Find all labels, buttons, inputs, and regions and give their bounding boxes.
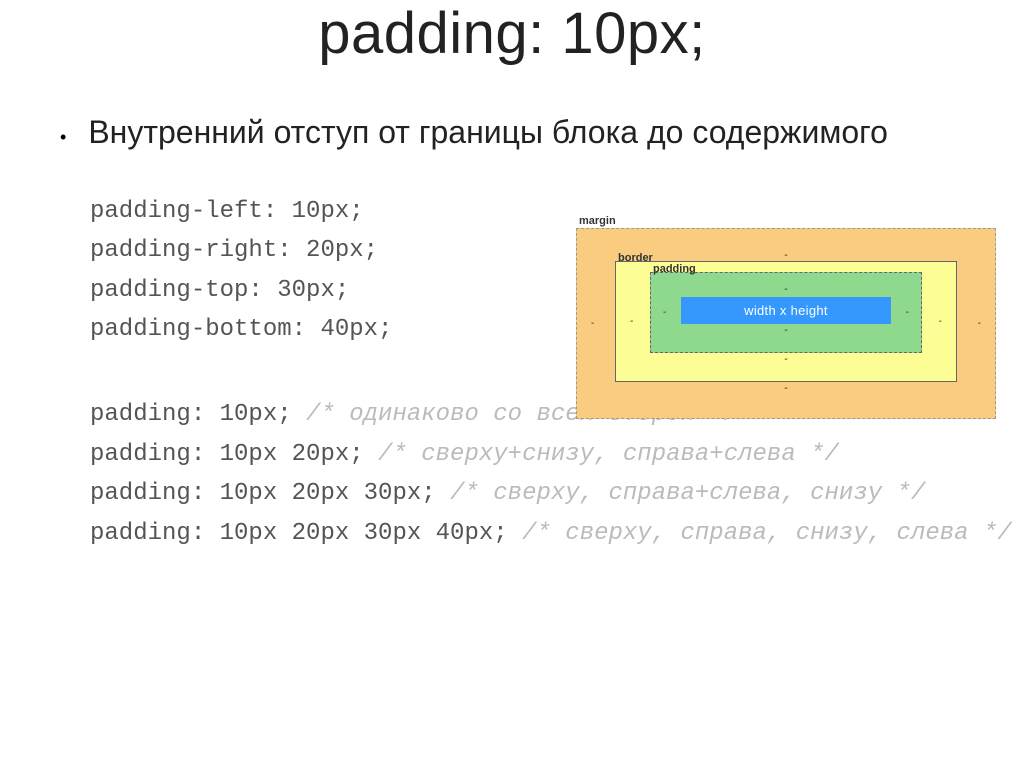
border-box: border - - padding - - - width x height … [615,261,957,382]
padding-box: padding - - - width x height - [650,272,922,353]
margin-label: margin [579,215,616,227]
padding-label: padding [653,263,696,275]
margin-left-dash: - [591,229,594,418]
code-line: padding-left: 10px; [90,192,1024,232]
code-comment: /* сверху+снизу, справа+слева */ [378,441,839,468]
code-line: padding: 10px 20px 30px 40px; /* сверху,… [90,514,1024,554]
bullet-text: Внутренний отступ от границы блока до со… [88,112,888,154]
border-label: border [618,252,653,264]
box-model-diagram: margin - - - border - - padding - - - wi… [576,228,996,419]
margin-top-dash: - [615,249,957,261]
padding-right-dash: - [906,273,909,352]
padding-left-dash: - [663,273,666,352]
code-line: padding: 10px 20px; /* сверху+снизу, спр… [90,435,1024,475]
content-box: width x height [681,297,891,324]
border-left-dash: - [630,262,633,381]
padding-bottom-dash: - [681,324,891,336]
slide-title: padding: 10px; [0,0,1024,67]
bullet-dot: • [60,126,66,149]
code-line: padding: 10px 20px 30px; /* сверху, спра… [90,474,1024,514]
code-comment: /* сверху, справа+слева, снизу */ [450,480,925,507]
bullet-row: • Внутренний отступ от границы блока до … [60,112,1024,154]
margin-bottom-dash: - [615,382,957,394]
border-right-dash: - [939,262,942,381]
margin-right-dash: - [978,229,981,418]
code-comment: /* сверху, справа, снизу, слева */ [522,520,1012,547]
border-bottom-dash: - [650,353,922,365]
padding-top-dash: - [681,283,891,295]
